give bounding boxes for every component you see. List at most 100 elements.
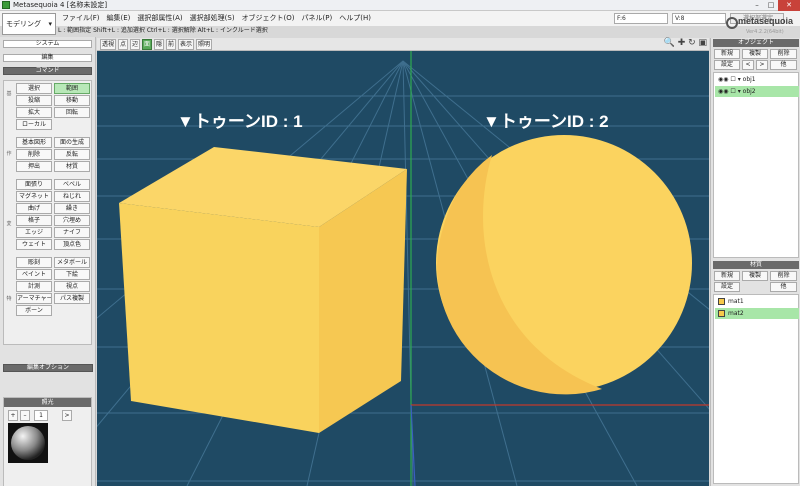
material-delete-button[interactable]: 削除 [770, 271, 797, 281]
command-panel-header[interactable]: コマンド [3, 67, 92, 75]
view-lighting-button[interactable]: 照明 [196, 39, 212, 50]
system-panel-header[interactable]: システム [3, 40, 92, 48]
cmd-project-button[interactable]: 投縮 [16, 95, 52, 106]
cmd-move-button[interactable]: 移動 [54, 95, 90, 106]
lock-icon[interactable]: ☐ [730, 88, 735, 95]
cmd-hole-button[interactable]: 穴埋め [54, 215, 90, 226]
view-face-button[interactable]: 面 [142, 39, 152, 50]
left-panel: システム 編集 コマンド 基 選択 範囲 投縮 移動 拡大 回転 ローカル 作 … [0, 37, 96, 486]
eye-icon[interactable]: ◉◉ [718, 76, 728, 83]
lock-icon[interactable]: ☐ [730, 76, 735, 83]
cmd-bone-button[interactable]: ボーン [16, 305, 52, 316]
cmd-select-button[interactable]: 選択 [16, 83, 52, 94]
title-bar: Metasequoia 4 [名称未設定] – □ ✕ [0, 0, 800, 11]
material-item-mat1[interactable]: mat1 [715, 296, 799, 307]
cmd-magnet-button[interactable]: マグネット [16, 191, 52, 202]
cmd-curve-button[interactable]: 曲げ [16, 203, 52, 214]
menu-panel[interactable]: パネル(P) [302, 13, 333, 23]
material-settings-button[interactable]: 設定 [714, 282, 740, 292]
object-item-obj1[interactable]: ◉◉ ☐ ▾ obj1 [715, 74, 799, 85]
cmd-measure-button[interactable]: 計測 [16, 281, 52, 292]
cmd-path-copy-button[interactable]: パス複製 [54, 293, 90, 304]
view-display-button[interactable]: 表示 [178, 39, 194, 50]
cmd-metaball-button[interactable]: メタボール [54, 257, 90, 268]
menu-object[interactable]: オブジェクト(O) [242, 13, 295, 23]
3d-viewport[interactable]: ▼トゥーンID : 1 ▼トゥーンID : 2 [97, 51, 709, 486]
object-delete-button[interactable]: 削除 [770, 49, 797, 59]
cmd-paint-button[interactable]: 面張り [16, 179, 52, 190]
sphere-preview-icon [11, 426, 45, 460]
chevron-down-icon: ▾ [48, 20, 52, 28]
light-add-button[interactable]: + [8, 410, 18, 421]
minimize-button[interactable]: – [750, 0, 764, 11]
cube-object[interactable] [119, 147, 407, 433]
edit-panel-header[interactable]: 編集 [3, 54, 92, 62]
cmd-range-button[interactable]: 範囲 [54, 83, 90, 94]
cmd-bevel-button[interactable]: ベベル [54, 179, 90, 190]
maximize-button[interactable]: □ [764, 0, 778, 11]
cmd-local-button[interactable]: ローカル [16, 119, 52, 130]
view-toolbar: 透視 点 辺 面 隠 前 表示 照明 🔍 ✚ ↻ ▣ [97, 38, 709, 51]
cmd-twist-button[interactable]: ねじれ [54, 191, 90, 202]
cmd-face-button[interactable]: 面の生成 [54, 137, 90, 148]
material-duplicate-button[interactable]: 複製 [742, 271, 768, 281]
object-new-button[interactable]: 新規 [714, 49, 740, 59]
cmd-delete-button[interactable]: 削除 [16, 149, 52, 160]
object-duplicate-button[interactable]: 複製 [742, 49, 768, 59]
cmd-flip-button[interactable]: 反転 [54, 149, 90, 160]
edit-options-header[interactable]: 編集オプション [3, 364, 93, 372]
cmd-drill-button[interactable]: 繰き [54, 203, 90, 214]
cmd-rotate-button[interactable]: 回転 [54, 107, 90, 118]
view-perspective-button[interactable]: 透視 [100, 39, 116, 50]
material-item-mat2[interactable]: mat2 [715, 308, 799, 319]
cmd-viewpoint-button[interactable]: 視点 [54, 281, 90, 292]
material-swatch [718, 310, 725, 317]
zoom-pan-rotate-icon[interactable]: 🔍 ✚ ↻ ▣ [664, 38, 707, 48]
material-other-button[interactable]: 他 [770, 282, 797, 292]
app-icon [2, 1, 10, 9]
object-other-button[interactable]: 他 [770, 60, 797, 70]
cmd-armature-button[interactable]: アーマチャー [16, 293, 52, 304]
menu-file[interactable]: ファイル(F) [62, 13, 100, 23]
menu-help[interactable]: ヘルプ(H) [339, 13, 371, 23]
view-hidden-button[interactable]: 隠 [154, 39, 164, 50]
group-label-basic: 基 [6, 91, 12, 97]
light-index-field[interactable]: 1 [34, 410, 48, 421]
object-item-label: obj1 [742, 76, 756, 83]
hint-text: L : 範囲指定 Shift+L : 追加選択 Ctrl+L : 選択解除 Al… [58, 27, 268, 34]
cmd-paint-brush-button[interactable]: ペイント [16, 269, 52, 280]
view-vertex-button[interactable]: 点 [118, 39, 128, 50]
object-prev-button[interactable]: < [742, 60, 754, 70]
menu-edit[interactable]: 編集(E) [107, 13, 131, 23]
object-settings-button[interactable]: 設定 [714, 60, 740, 70]
cmd-underlay-button[interactable]: 下絵 [54, 269, 90, 280]
menu-selection-attr[interactable]: 選択部属性(A) [137, 13, 182, 23]
cmd-sculpt-button[interactable]: 彫刻 [16, 257, 52, 268]
cmd-basic-shape-button[interactable]: 基本図形 [16, 137, 52, 148]
cmd-lattice-button[interactable]: 格子 [16, 215, 52, 226]
cmd-scale-button[interactable]: 拡大 [16, 107, 52, 118]
cmd-knife-button[interactable]: ナイフ [54, 227, 90, 238]
material-new-button[interactable]: 新規 [714, 271, 740, 281]
object-next-button[interactable]: > [756, 60, 768, 70]
object-item-obj2[interactable]: ◉◉ ☐ ▾ obj2 [715, 86, 799, 97]
sphere-object[interactable] [436, 135, 692, 395]
close-button[interactable]: ✕ [778, 0, 800, 11]
material-panel-title: 材質 [713, 261, 799, 269]
view-front-button[interactable]: 前 [166, 39, 176, 50]
view-edge-button[interactable]: 辺 [130, 39, 140, 50]
sphere-preview [8, 423, 48, 463]
material-swatch [718, 298, 725, 305]
light-remove-button[interactable]: – [20, 410, 30, 421]
cmd-weight-button[interactable]: ウェイト [16, 239, 52, 250]
light-next-button[interactable]: > [62, 410, 72, 421]
menu-selection-proc[interactable]: 選択部処理(S) [190, 13, 235, 23]
cmd-material-button[interactable]: 材質 [54, 161, 90, 172]
cmd-edge-button[interactable]: エッジ [16, 227, 52, 238]
cmd-extrude-button[interactable]: 押出 [16, 161, 52, 172]
eye-icon[interactable]: ◉◉ [718, 88, 728, 95]
cmd-vertex-color-button[interactable]: 頂点色 [54, 239, 90, 250]
command-panel: 基 選択 範囲 投縮 移動 拡大 回転 ローカル 作 基本図形 面の生成 削除 … [3, 80, 92, 345]
logo-version: Ver4.2.2(64bit) [746, 29, 784, 35]
mode-select[interactable]: モデリング ▾ [2, 13, 56, 35]
